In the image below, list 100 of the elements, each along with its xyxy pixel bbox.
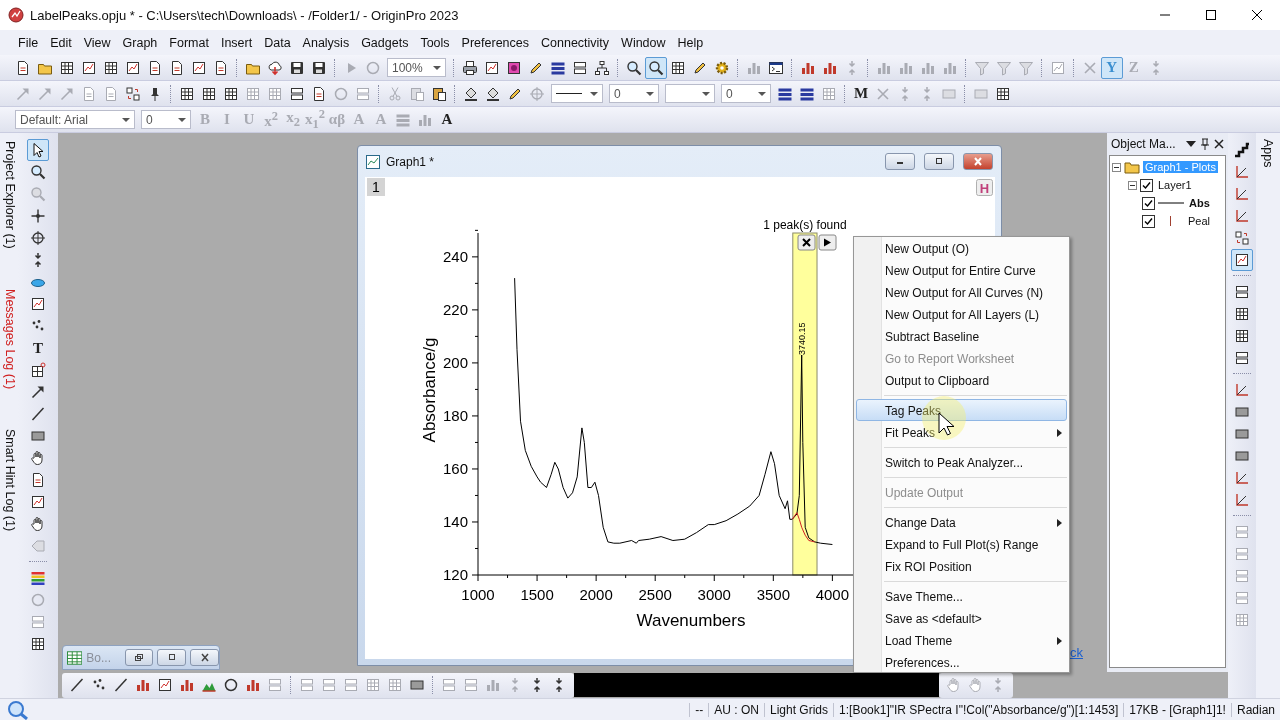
- menu-item[interactable]: Data: [258, 33, 297, 52]
- menu-item[interactable]: Switch to Peak Analyzer...: [856, 451, 1067, 473]
- pointer-icon[interactable]: [27, 139, 49, 161]
- menu-item[interactable]: Fix ROI Position: [856, 555, 1067, 577]
- maximize-button[interactable]: [924, 153, 954, 170]
- tick-label: 240: [442, 247, 468, 265]
- maximize-icon: [933, 157, 945, 166]
- menu-item[interactable]: Format: [163, 33, 215, 52]
- tick-label: 2500: [638, 586, 672, 603]
- close-icon[interactable]: [1214, 139, 1224, 149]
- roi-band[interactable]: [792, 232, 818, 576]
- collapse-icon[interactable]: [1112, 162, 1121, 172]
- chart-icon[interactable]: [1231, 249, 1253, 271]
- line-style-dropdown[interactable]: [551, 84, 603, 103]
- checkbox[interactable]: [1142, 214, 1155, 228]
- tick-label: 3500: [756, 586, 790, 603]
- close-icon: [198, 653, 211, 662]
- menu-item[interactable]: Edit: [44, 33, 78, 52]
- menu-item[interactable]: Preferences: [455, 33, 535, 52]
- restore-button[interactable]: [124, 649, 154, 666]
- menu-item[interactable]: Output to Clipboard: [856, 369, 1067, 391]
- menu-item[interactable]: Save as <default>: [856, 607, 1067, 629]
- close-button[interactable]: [190, 649, 219, 666]
- menu-item[interactable]: Connectivity: [535, 33, 616, 52]
- font-dropdown[interactable]: Default: Arial: [15, 110, 135, 129]
- collapse-icon[interactable]: [1128, 180, 1137, 190]
- menu-item[interactable]: Fit Peaks: [856, 421, 1067, 443]
- dropdown-field[interactable]: 0: [721, 84, 771, 103]
- graph-icon: [366, 154, 380, 169]
- close-icon: [972, 157, 984, 166]
- tick-label: 2000: [579, 586, 613, 603]
- status-field: --: [689, 702, 709, 717]
- menu-item[interactable]: New Output for All Curves (N): [856, 281, 1067, 303]
- menu-item[interactable]: Tools: [414, 33, 456, 52]
- text-tool-button[interactable]: T: [27, 337, 49, 359]
- menu-item[interactable]: Window: [615, 33, 672, 52]
- maximize-button[interactable]: [157, 649, 187, 666]
- roi-status: 1 peak(s) found: [763, 218, 847, 232]
- menu-item[interactable]: Preferences...: [856, 651, 1067, 673]
- submenu-arrow-icon: [1057, 637, 1062, 645]
- submenu-arrow-icon: [1057, 429, 1062, 437]
- tick-label: 1500: [520, 586, 554, 603]
- magnifier-icon[interactable]: [644, 56, 667, 79]
- tick-label: 180: [442, 406, 468, 424]
- pin-icon[interactable]: [1200, 138, 1210, 150]
- axis-title: Absorbance/g: [420, 337, 439, 443]
- drop-line-sample-icon: [1170, 216, 1171, 226]
- dropdown-field[interactable]: 0: [609, 84, 659, 103]
- roi-menu-button[interactable]: [818, 234, 837, 251]
- tick-label: 1000: [461, 586, 495, 603]
- letter-m-button[interactable]: M: [850, 82, 872, 105]
- menu-item[interactable]: Analysis: [296, 33, 356, 52]
- menu-item[interactable]: Load Theme: [856, 629, 1067, 651]
- tick-label: 200: [442, 353, 468, 371]
- window-title: LabelPeaks.opju * - C:\Users\tech\Downloads\ - /Folder1/ - OriginPro 2023: [30, 7, 460, 23]
- tree-item[interactable]: Abs: [1187, 197, 1212, 209]
- menu-item[interactable]: File: [12, 33, 45, 52]
- app-icon: [8, 7, 24, 23]
- side-tab[interactable]: Project Explorer (1): [0, 139, 18, 251]
- submenu-arrow-icon: [1057, 519, 1062, 527]
- checkbox[interactable]: [1142, 196, 1155, 210]
- layer-tab[interactable]: 1: [367, 178, 385, 196]
- close-icon: [1251, 9, 1263, 21]
- search-icon[interactable]: [6, 699, 30, 720]
- dropdown-field[interactable]: [665, 84, 715, 103]
- menu-item[interactable]: New Output (O): [856, 237, 1067, 259]
- roi-close-button[interactable]: [797, 234, 816, 251]
- apps-tab[interactable]: Apps: [1261, 139, 1275, 168]
- panel-title: Object Ma...: [1111, 137, 1177, 151]
- dropdown-field[interactable]: 100%: [387, 58, 446, 77]
- tree-item[interactable]: Peal: [1186, 215, 1213, 227]
- window-title: Bo...: [86, 650, 112, 665]
- menu-item[interactable]: Save Theme...: [856, 585, 1067, 607]
- menu-item[interactable]: Change Data: [856, 511, 1067, 533]
- status-field: 17KB - [Graph1]1!: [1123, 702, 1231, 717]
- status-field: 1:[Book1]"IR SPectra I"!Col("Absorbance/g")[1:1453]: [833, 702, 1124, 717]
- dropdown-field[interactable]: 0: [141, 110, 191, 129]
- minimize-button[interactable]: [885, 153, 915, 170]
- checkbox[interactable]: [1140, 178, 1153, 192]
- dropdown-icon[interactable]: [1186, 140, 1196, 148]
- window-title: Graph1 *: [386, 154, 436, 169]
- menu-item[interactable]: Expand to Full Plot(s) Range: [856, 533, 1067, 555]
- menu-item[interactable]: Help: [671, 33, 710, 52]
- font-color-button[interactable]: A: [436, 108, 458, 131]
- menu-item[interactable]: Insert: [214, 33, 259, 52]
- menu-item[interactable]: New Output for All Layers (L): [856, 303, 1067, 325]
- tree-item[interactable]: Layer1: [1156, 179, 1194, 191]
- menu-item[interactable]: View: [77, 33, 117, 52]
- close-button[interactable]: [963, 153, 993, 170]
- hint-button[interactable]: H: [976, 179, 993, 196]
- menu-item[interactable]: Subtract Baseline: [856, 325, 1067, 347]
- menu-item[interactable]: New Output for Entire Curve: [856, 259, 1067, 281]
- restore-icon: [133, 653, 146, 662]
- side-tab[interactable]: Smart Hint Log (1): [0, 426, 18, 533]
- side-tab[interactable]: Messages Log (1): [0, 286, 18, 391]
- menu-item[interactable]: Graph: [116, 33, 164, 52]
- status-field: Light Grids: [764, 702, 834, 717]
- menu-item[interactable]: Tag Peaks: [856, 399, 1067, 421]
- tick-label: 4000: [815, 586, 850, 603]
- menu-item[interactable]: Gadgets: [355, 33, 415, 52]
